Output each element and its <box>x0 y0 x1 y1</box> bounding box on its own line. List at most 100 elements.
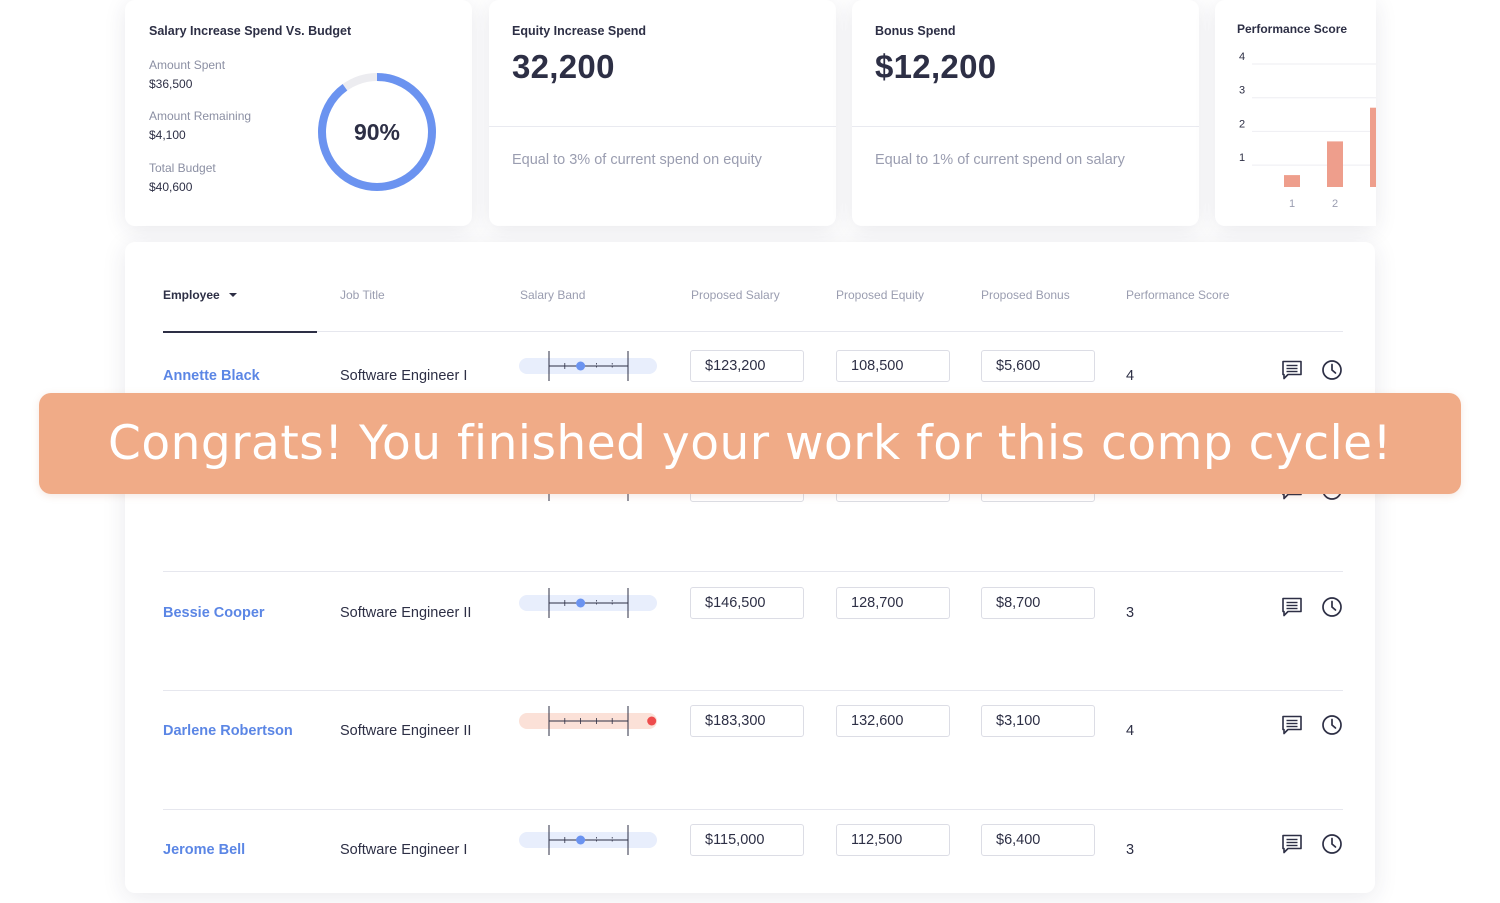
total-budget-stat: Total Budget $40,600 <box>149 161 216 194</box>
comment-icon[interactable] <box>1279 712 1305 738</box>
bonus-spend-card: Bonus Spend $12,200 Equal to 1% of curre… <box>852 0 1199 226</box>
performance-bar <box>1370 107 1376 187</box>
comment-icon-glyph <box>1282 360 1302 380</box>
y-tick-label: 2 <box>1239 118 1245 130</box>
clock-icon-glyph <box>1322 834 1342 854</box>
history-clock-icon[interactable] <box>1319 712 1345 738</box>
performance-score-value: 3 <box>1126 842 1135 858</box>
table-row: Darlene Robertson Software Engineer II $18… <box>125 705 1375 761</box>
salary-band-indicator <box>519 825 657 855</box>
clock-icon-glyph <box>1322 715 1342 735</box>
comment-icon-glyph <box>1282 715 1302 735</box>
comment-icon[interactable] <box>1279 594 1305 620</box>
proposed-equity-input[interactable]: 128,700 <box>836 587 950 619</box>
table-row: Bessie Cooper Software Engineer II $146,50… <box>125 587 1375 643</box>
proposed-salary-input[interactable]: $123,200 <box>690 350 804 382</box>
card-divider <box>489 126 836 127</box>
column-header-salary-band[interactable]: Salary Band <box>520 288 585 302</box>
equity-spend-card: Equity Increase Spend 32,200 Equal to 3%… <box>489 0 836 226</box>
proposed-equity-input[interactable]: 112,500 <box>836 824 950 856</box>
history-clock-icon[interactable] <box>1319 357 1345 383</box>
job-title: Software Engineer II <box>340 605 472 621</box>
proposed-equity-input[interactable]: 132,600 <box>836 705 950 737</box>
completion-banner-text: Congrats! You finished your work for thi… <box>108 416 1392 471</box>
proposed-salary-input[interactable]: $115,000 <box>690 824 804 856</box>
equity-card-title: Equity Increase Spend <box>512 24 647 38</box>
header-divider <box>163 331 1343 332</box>
bonus-spend-note: Equal to 1% of current spend on salary <box>875 152 1125 168</box>
employee-name-link[interactable]: Darlene Robertson <box>163 721 293 741</box>
job-title: Software Engineer I <box>340 842 468 858</box>
salary-spend-card: Salary Increase Spend Vs. Budget Amount … <box>125 0 472 226</box>
performance-score-value: 4 <box>1126 368 1135 384</box>
salary-band-indicator <box>519 706 657 736</box>
amount-spent-stat: Amount Spent $36,500 <box>149 58 225 91</box>
equity-spend-note: Equal to 3% of current spend on equity <box>512 152 762 168</box>
total-budget-label: Total Budget <box>149 161 216 175</box>
band-position-marker <box>576 835 586 845</box>
proposed-bonus-input[interactable]: $5,600 <box>981 350 1095 382</box>
performance-bar-chart: 1 2 3 4 1 2 <box>1239 51 1376 210</box>
proposed-salary-input[interactable]: $146,500 <box>690 587 804 619</box>
performance-bar <box>1284 175 1300 187</box>
employee-name-link[interactable]: Jerome Bell <box>163 840 245 860</box>
amount-spent-label: Amount Spent <box>149 58 226 72</box>
salary-card-title: Salary Increase Spend Vs. Budget <box>149 24 352 38</box>
active-sort-underline <box>163 331 317 333</box>
comment-icon-glyph <box>1282 597 1302 617</box>
sort-caret-down-icon <box>228 292 237 297</box>
proposed-equity-input[interactable]: 108,500 <box>836 350 950 382</box>
bonus-spend-value: $12,200 <box>875 48 997 85</box>
x-tick-label: 2 <box>1332 198 1338 210</box>
employee-comp-table: Employee Job Title Salary Band Proposed … <box>125 242 1375 893</box>
employee-header-label: Employee <box>163 288 220 302</box>
equity-spend-value: 32,200 <box>512 48 615 85</box>
column-header-proposed-bonus[interactable]: Proposed Bonus <box>981 288 1070 302</box>
row-divider <box>163 809 1343 810</box>
completion-banner: Congrats! You finished your work for thi… <box>39 393 1461 494</box>
amount-remaining-value: $4,100 <box>149 128 186 142</box>
performance-score-value: 3 <box>1126 605 1135 621</box>
comment-icon[interactable] <box>1279 831 1305 857</box>
history-clock-icon[interactable] <box>1319 594 1345 620</box>
history-clock-icon[interactable] <box>1319 831 1345 857</box>
card-divider <box>852 126 1199 127</box>
comment-icon[interactable] <box>1279 357 1305 383</box>
clock-icon-glyph <box>1322 360 1342 380</box>
amount-remaining-stat: Amount Remaining $4,100 <box>149 109 251 142</box>
salary-band-indicator <box>519 588 657 618</box>
y-tick-label: 4 <box>1239 51 1245 63</box>
x-tick-label: 1 <box>1289 198 1295 210</box>
donut-percent-label: 90% <box>353 118 401 145</box>
amount-spent-value: $36,500 <box>149 77 193 91</box>
y-tick-label: 3 <box>1239 85 1245 97</box>
column-header-employee[interactable]: Employee <box>163 288 237 302</box>
proposed-bonus-input[interactable]: $8,700 <box>981 587 1095 619</box>
performance-bar <box>1327 141 1343 187</box>
column-header-job-title[interactable]: Job Title <box>340 288 385 302</box>
job-title: Software Engineer II <box>340 723 472 739</box>
clock-icon-glyph <box>1322 597 1342 617</box>
column-header-performance-score[interactable]: Performance Score <box>1126 288 1229 302</box>
total-budget-value: $40,600 <box>149 180 193 194</box>
proposed-bonus-input[interactable]: $3,100 <box>981 705 1095 737</box>
job-title: Software Engineer I <box>340 368 468 384</box>
row-divider <box>163 690 1343 691</box>
amount-remaining-label: Amount Remaining <box>149 109 252 123</box>
performance-score-value: 4 <box>1126 723 1135 739</box>
column-header-proposed-equity[interactable]: Proposed Equity <box>836 288 924 302</box>
proposed-salary-input[interactable]: $183,300 <box>690 705 804 737</box>
band-position-marker <box>647 716 657 726</box>
employee-name-link[interactable]: Bessie Cooper <box>163 603 265 623</box>
performance-score-card: Performance Score 123412 <box>1215 0 1376 226</box>
column-header-proposed-salary[interactable]: Proposed Salary <box>691 288 780 302</box>
comment-icon-glyph <box>1282 834 1302 854</box>
band-position-marker <box>576 361 586 371</box>
y-tick-label: 1 <box>1239 152 1245 164</box>
row-divider <box>163 571 1343 572</box>
table-row: Jerome Bell Software Engineer I $115,000 11… <box>125 824 1375 880</box>
band-position-marker <box>576 598 586 608</box>
salary-band-indicator <box>519 351 657 381</box>
proposed-bonus-input[interactable]: $6,400 <box>981 824 1095 856</box>
employee-name-link[interactable]: Annette Black <box>163 366 260 386</box>
